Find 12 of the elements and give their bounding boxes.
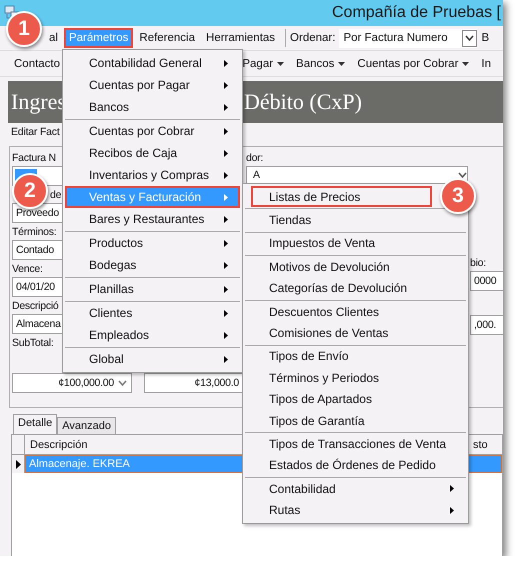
step-badge: 1 bbox=[6, 11, 42, 47]
field-label: SubTotal: bbox=[12, 337, 54, 351]
field-label: de bbox=[50, 189, 62, 203]
field-label: Términos: bbox=[12, 226, 56, 240]
page-title: Débito (CxP) bbox=[244, 89, 362, 115]
field-label: bio: bbox=[470, 257, 486, 271]
field-label: Factura N bbox=[12, 152, 56, 166]
field-label: Descripció bbox=[12, 300, 59, 314]
field-label: Vence: bbox=[12, 263, 43, 277]
sort-label: Ordenar: bbox=[290, 32, 336, 44]
field-label: dor: bbox=[246, 152, 264, 166]
window-title: Compañía de Pruebas [ bbox=[332, 4, 502, 22]
